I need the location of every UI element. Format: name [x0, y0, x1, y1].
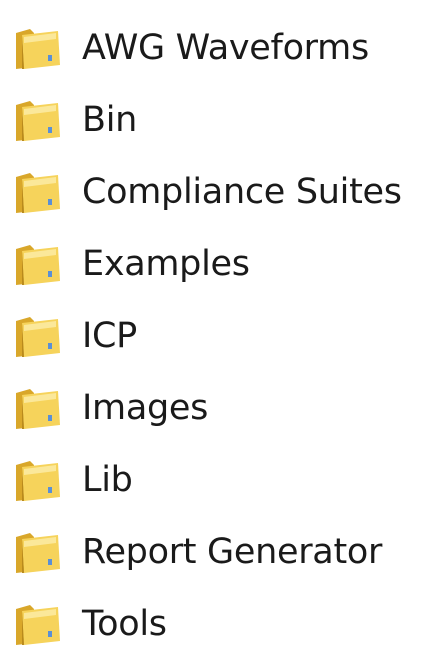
folder-label: Report Generator — [82, 531, 383, 572]
folder-list: AWG Waveforms Bin Compliance Suites Exam… — [0, 0, 431, 656]
folder-label: Lib — [82, 459, 133, 500]
folder-item-icp[interactable]: ICP — [0, 300, 431, 372]
folder-item-images[interactable]: Images — [0, 372, 431, 444]
folder-item-examples[interactable]: Examples — [0, 228, 431, 300]
folder-icon — [16, 29, 60, 69]
folder-label: AWG Waveforms — [82, 27, 369, 68]
folder-item-awg-waveforms[interactable]: AWG Waveforms — [0, 12, 431, 84]
folder-label: Bin — [82, 99, 138, 140]
folder-item-report-generator[interactable]: Report Generator — [0, 516, 431, 588]
folder-item-compliance-suites[interactable]: Compliance Suites — [0, 156, 431, 228]
folder-label: Examples — [82, 243, 250, 284]
folder-icon — [16, 317, 60, 357]
folder-label: Images — [82, 387, 209, 428]
folder-label: Tools — [82, 603, 167, 644]
folder-item-bin[interactable]: Bin — [0, 84, 431, 156]
folder-icon — [16, 173, 60, 213]
folder-icon — [16, 389, 60, 429]
folder-label: Compliance Suites — [82, 171, 402, 212]
folder-item-tools[interactable]: Tools — [0, 588, 431, 656]
folder-icon — [16, 245, 60, 285]
folder-icon — [16, 533, 60, 573]
folder-icon — [16, 605, 60, 645]
folder-icon — [16, 461, 60, 501]
folder-icon — [16, 101, 60, 141]
folder-label: ICP — [82, 315, 137, 356]
folder-item-lib[interactable]: Lib — [0, 444, 431, 516]
